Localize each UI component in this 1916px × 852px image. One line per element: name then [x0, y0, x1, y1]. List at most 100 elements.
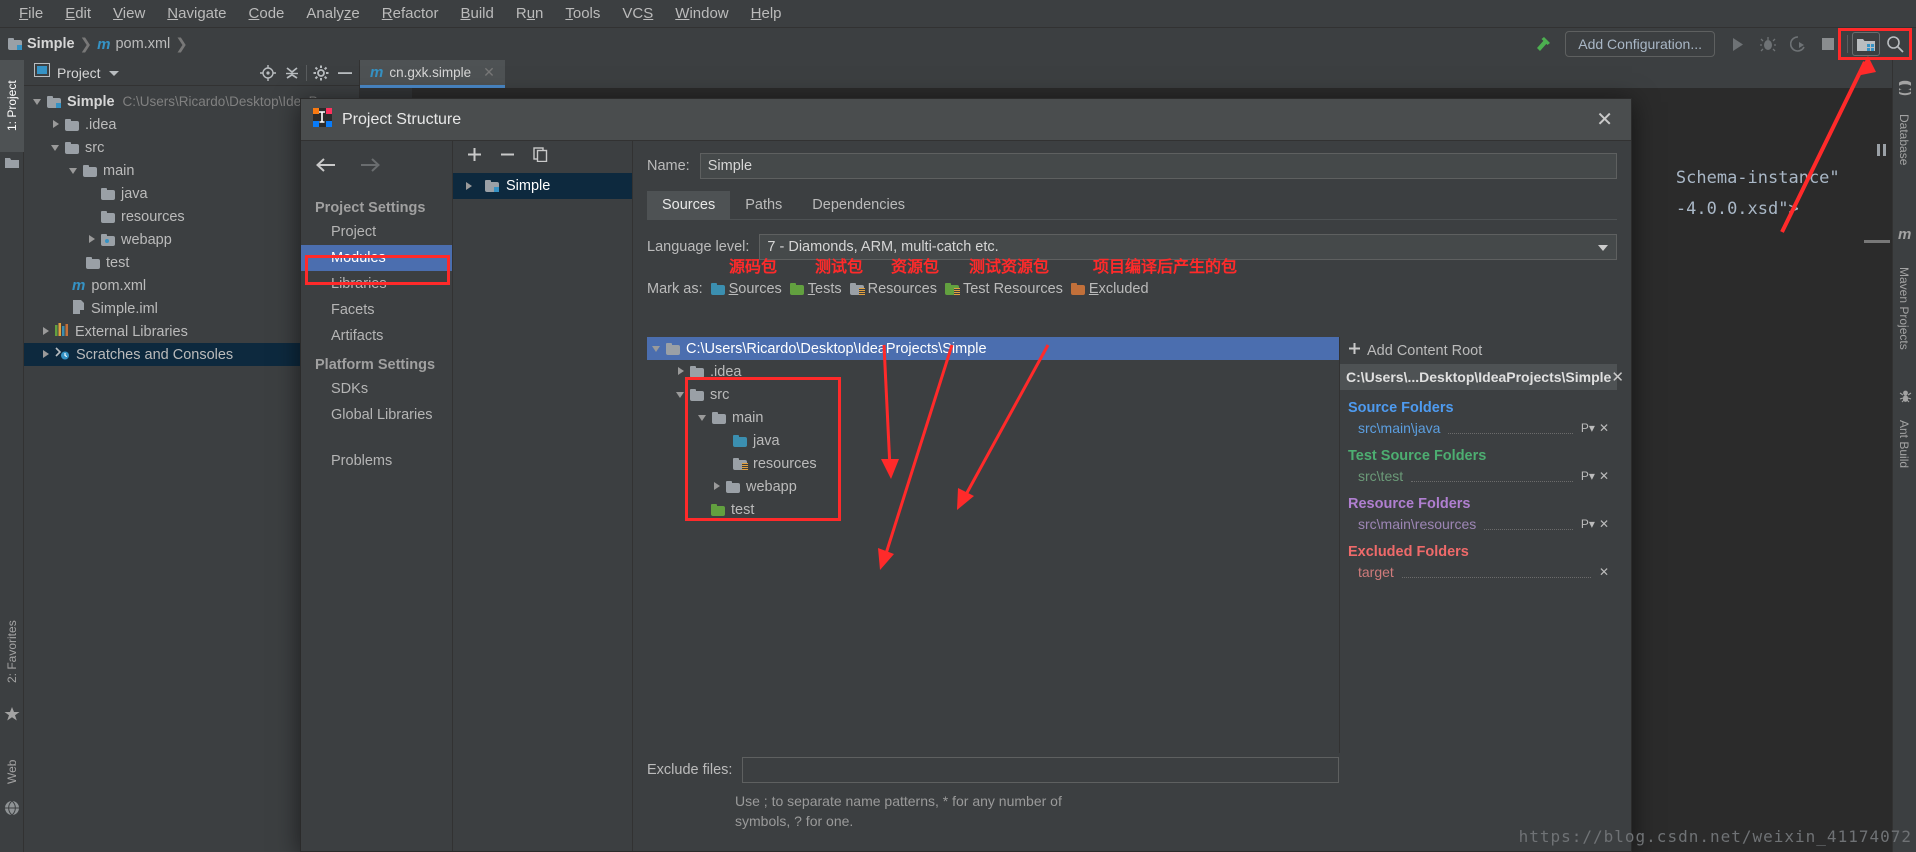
nav-item-artifacts[interactable]: Artifacts: [301, 323, 452, 349]
tab-dependencies[interactable]: Dependencies: [797, 191, 921, 219]
add-configuration-button[interactable]: Add Configuration...: [1565, 31, 1715, 57]
nav-item-facets[interactable]: Facets: [301, 297, 452, 323]
arrow-left-icon[interactable]: [315, 157, 337, 178]
menu-item-tools[interactable]: Tools: [554, 3, 611, 24]
module-name-input[interactable]: Simple: [699, 153, 1617, 179]
editor-tab-cn-gxk-simple[interactable]: m cn.gxk.simple ✕: [360, 60, 505, 88]
module-item-simple[interactable]: Simple: [453, 173, 632, 199]
arrow-right-icon[interactable]: [359, 157, 381, 178]
chevron-down-icon[interactable]: [675, 388, 688, 401]
chevron-down-icon[interactable]: [68, 164, 81, 177]
sidebar-item-project[interactable]: 1: Project: [0, 60, 24, 152]
properties-icon[interactable]: P▾: [1581, 517, 1595, 531]
chevron-right-icon[interactable]: [40, 325, 53, 338]
content-tree-row-resources[interactable]: resources: [647, 452, 1339, 475]
content-tree-row-idea[interactable]: .idea: [647, 360, 1339, 383]
content-tree-row-webapp[interactable]: webapp: [647, 475, 1339, 498]
add-content-root-button[interactable]: Add Content Root: [1340, 337, 1617, 364]
sidebar-item-ant-build[interactable]: Ant Build: [1892, 408, 1916, 480]
nav-item-problems[interactable]: Problems: [301, 448, 452, 474]
exclude-files-input[interactable]: [742, 757, 1339, 783]
nav-item-project[interactable]: Project: [301, 219, 452, 245]
sidebar-item-favorites[interactable]: 2: Favorites: [0, 602, 24, 702]
editor-tab-strip: m cn.gxk.simple ✕: [360, 60, 1892, 88]
menu-item-edit[interactable]: Edit: [54, 3, 102, 24]
sidebar-item-database[interactable]: Database: [1892, 100, 1916, 180]
minus-icon[interactable]: [500, 147, 515, 167]
mark-as-test-resources-button[interactable]: Test Resources: [944, 281, 1063, 297]
close-icon[interactable]: ✕: [483, 64, 495, 81]
nav-item-modules[interactable]: Modules: [301, 245, 452, 271]
close-icon[interactable]: ✕: [1590, 107, 1619, 132]
excluded-folder-row[interactable]: target ✕: [1340, 562, 1617, 582]
menu-item-vcs[interactable]: VCS: [611, 3, 664, 24]
mark-as-tests-button[interactable]: Tests: [789, 281, 842, 297]
properties-icon[interactable]: P▾: [1581, 469, 1595, 483]
test-source-folder-row[interactable]: src\test P▾ ✕: [1340, 466, 1617, 486]
chevron-right-icon[interactable]: [675, 365, 688, 378]
menu-item-refactor[interactable]: Refactor: [371, 3, 450, 24]
debug-icon[interactable]: [1753, 31, 1783, 57]
intellij-idea-icon: [313, 107, 332, 132]
run-with-coverage-icon[interactable]: [1783, 31, 1813, 57]
chevron-down-icon[interactable]: [50, 141, 63, 154]
content-tree-row-root[interactable]: C:\Users\Ricardo\Desktop\IdeaProjects\Si…: [647, 337, 1339, 360]
chevron-down-icon[interactable]: [1598, 245, 1608, 251]
tab-sources[interactable]: Sources: [647, 191, 731, 219]
tab-paths[interactable]: Paths: [730, 191, 798, 219]
annotation-excluded: 项目编译后产生的包: [1093, 257, 1238, 276]
gear-icon[interactable]: [311, 63, 331, 83]
menu-item-code[interactable]: Code: [238, 3, 296, 24]
chevron-right-icon[interactable]: [86, 233, 99, 246]
source-folder-row[interactable]: src\main\java P▾ ✕: [1340, 418, 1617, 438]
close-icon[interactable]: ✕: [1599, 469, 1609, 483]
chevron-right-icon[interactable]: [40, 348, 53, 361]
chevron-down-icon[interactable]: [108, 64, 119, 82]
editor-scrollbar[interactable]: [1864, 240, 1890, 243]
locate-icon[interactable]: [258, 63, 278, 83]
close-icon[interactable]: ✕: [1599, 421, 1609, 435]
menu-item-help[interactable]: Help: [740, 3, 793, 24]
mark-as-resources-button[interactable]: Resources: [849, 281, 937, 297]
content-tree-row-main[interactable]: main: [647, 406, 1339, 429]
breadcrumb-item-project[interactable]: Simple ❯: [8, 35, 97, 53]
close-icon[interactable]: ✕: [1611, 368, 1624, 386]
chevron-down-icon[interactable]: [32, 95, 45, 108]
hide-icon[interactable]: [335, 63, 355, 83]
chevron-right-icon[interactable]: [50, 118, 63, 131]
menu-item-build[interactable]: Build: [449, 3, 504, 24]
menu-item-file[interactable]: File: [8, 3, 54, 24]
chevron-down-icon[interactable]: [697, 411, 710, 424]
close-icon[interactable]: ✕: [1599, 517, 1609, 531]
plus-icon[interactable]: [467, 147, 482, 167]
hammer-icon[interactable]: [1533, 34, 1555, 54]
resource-folder-row[interactable]: src\main\resources P▾ ✕: [1340, 514, 1617, 534]
breadcrumb-item-file[interactable]: m pom.xml ❯: [97, 35, 193, 54]
properties-icon[interactable]: P▾: [1581, 421, 1595, 435]
nav-item-libraries[interactable]: Libraries: [301, 271, 452, 297]
nav-item-sdks[interactable]: SDKs: [301, 376, 452, 402]
content-tree-row-src[interactable]: src: [647, 383, 1339, 406]
menu-item-window[interactable]: Window: [664, 3, 739, 24]
run-icon[interactable]: [1723, 31, 1753, 57]
sidebar-item-maven-projects[interactable]: Maven Projects: [1892, 248, 1916, 368]
close-icon[interactable]: ✕: [1599, 565, 1609, 579]
mark-as-sources-button[interactable]: Sources: [710, 281, 782, 297]
menu-item-analyze[interactable]: Analyze: [295, 3, 370, 24]
copy-icon[interactable]: [533, 147, 548, 167]
menu-item-view[interactable]: View: [102, 3, 156, 24]
mark-as-excluded-button[interactable]: Excluded: [1070, 281, 1149, 297]
nav-item-global-libraries[interactable]: Global Libraries: [301, 402, 452, 428]
source-folder-path: src\main\java: [1358, 420, 1441, 436]
menu-item-navigate[interactable]: Navigate: [156, 3, 237, 24]
content-tree-row-test[interactable]: test: [647, 498, 1339, 521]
content-root-path-header: C:\Users\...Desktop\IdeaProjects\Simple …: [1340, 364, 1624, 390]
sidebar-item-web[interactable]: Web: [0, 750, 24, 794]
chevron-right-icon[interactable]: [711, 480, 724, 493]
chevron-down-icon[interactable]: [651, 342, 664, 355]
collapse-all-icon[interactable]: [282, 63, 302, 83]
chevron-right-icon[interactable]: [463, 180, 476, 193]
content-tree-row-java[interactable]: java: [647, 429, 1339, 452]
menu-item-run[interactable]: Run: [505, 3, 555, 24]
name-label: Name:: [647, 158, 690, 174]
